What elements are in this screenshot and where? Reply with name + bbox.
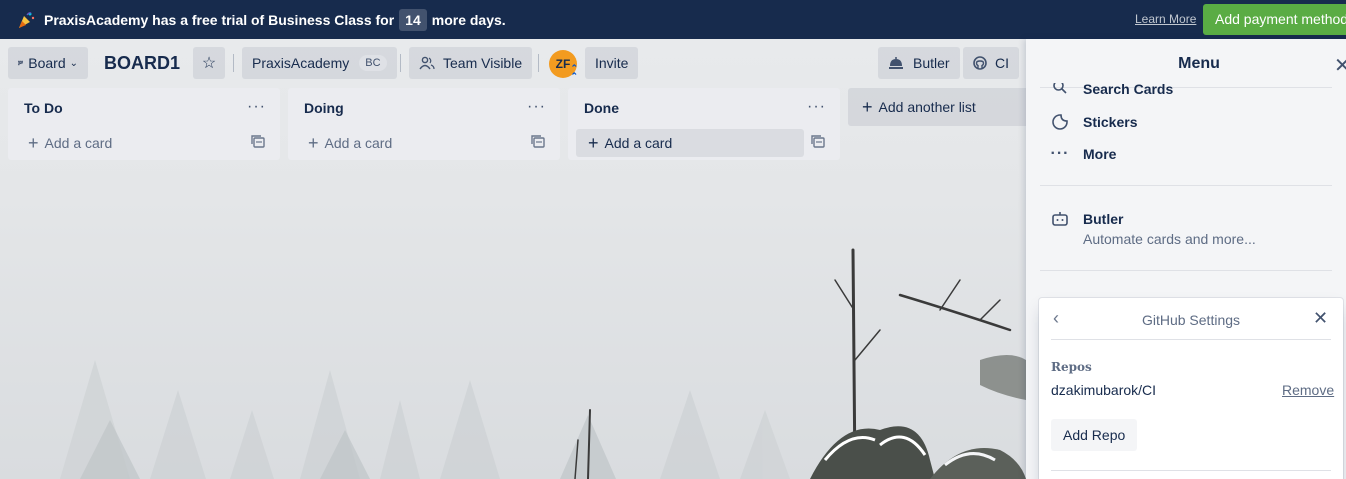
add-another-list-button[interactable]: + Add another list: [848, 88, 1048, 126]
board-view-icon: [18, 60, 24, 66]
add-card-button[interactable]: + Add a card: [576, 129, 804, 157]
remove-repo-link[interactable]: Remove: [1282, 382, 1334, 398]
learn-more-link[interactable]: Learn More: [1135, 12, 1196, 26]
plus-icon: +: [862, 96, 873, 117]
add-list-label: Add another list: [878, 99, 976, 115]
visibility-label: Team Visible: [443, 55, 523, 71]
header-divider: [538, 54, 539, 72]
list-menu-icon[interactable]: ···: [247, 98, 266, 116]
star-icon: ☆: [201, 55, 217, 72]
add-payment-method-button[interactable]: Add payment method: [1203, 4, 1346, 35]
board-switcher-label: Board: [28, 55, 66, 71]
butler-subtitle: Automate cards and more...: [1083, 231, 1256, 247]
team-button[interactable]: PraxisAcademy BC: [242, 47, 397, 79]
invite-button[interactable]: Invite: [585, 47, 639, 79]
plus-icon: +: [308, 133, 319, 153]
chevron-down-icon: ⌄: [69, 57, 78, 69]
team-plan-badge: BC: [359, 55, 387, 71]
popover-divider: [1051, 470, 1331, 471]
star-board-button[interactable]: ☆: [193, 47, 225, 79]
add-card-button[interactable]: + Add a card: [16, 129, 244, 157]
team-name: PraxisAcademy: [252, 55, 350, 71]
list-title[interactable]: Doing: [304, 100, 344, 116]
menu-item-label: More: [1083, 146, 1117, 162]
menu-item-stickers[interactable]: Stickers: [1050, 112, 1137, 132]
repos-heading: Repos: [1051, 360, 1092, 374]
popover-divider: [1051, 339, 1331, 340]
plus-icon: +: [28, 133, 39, 153]
trial-message-prefix: PraxisAcademy has a free trial of Busine…: [44, 11, 395, 28]
trial-banner: PraxisAcademy has a free trial of Busine…: [0, 0, 1346, 39]
github-settings-popover: ‹ GitHub Settings ✕ Repos dzakimubarok/C…: [1039, 298, 1343, 479]
header-divider: [400, 54, 401, 72]
sticker-icon: [1050, 112, 1070, 132]
visibility-button[interactable]: Team Visible: [409, 47, 533, 79]
add-card-label: Add a card: [604, 135, 673, 151]
card-template-icon[interactable]: [810, 134, 826, 150]
member-avatar[interactable]: ZF ⌃ ⌃: [549, 50, 578, 81]
list-doing: Doing ··· + Add a card: [288, 88, 560, 160]
header-divider: [233, 54, 234, 72]
github-ci-label: CI: [995, 55, 1009, 71]
close-menu-icon[interactable]: ✕: [1334, 53, 1346, 78]
search-icon: [1050, 83, 1070, 97]
trial-message-suffix: more days.: [431, 11, 506, 28]
popover-title: GitHub Settings: [1141, 312, 1241, 328]
menu-item-search-cards[interactable]: Search Cards: [1050, 83, 1173, 97]
repo-name: dzakimubarok/CI: [1051, 382, 1157, 398]
butler-label: Butler: [913, 55, 950, 71]
list-title[interactable]: Done: [584, 100, 619, 116]
butler-bot-icon: [1050, 209, 1070, 229]
menu-divider: [1040, 270, 1332, 271]
avatar-initials: ZF: [555, 57, 571, 71]
close-icon[interactable]: ✕: [1313, 308, 1328, 329]
list-menu-icon[interactable]: ···: [527, 98, 546, 116]
list-done: Done ··· + Add a card: [568, 88, 840, 160]
trial-days-badge: 14: [399, 8, 427, 31]
board-switcher-button[interactable]: Board ⌄: [8, 47, 88, 79]
trial-message: PraxisAcademy has a free trial of Busine…: [44, 8, 506, 31]
menu-title: Menu: [1178, 55, 1220, 72]
menu-item-butler[interactable]: Butler: [1050, 209, 1123, 229]
add-card-label: Add a card: [44, 135, 113, 151]
add-card-button[interactable]: + Add a card: [296, 129, 524, 157]
github-icon: [973, 56, 987, 70]
menu-item-label: Butler: [1083, 211, 1124, 227]
card-template-icon[interactable]: [250, 134, 266, 150]
add-repo-button[interactable]: Add Repo: [1051, 419, 1138, 451]
menu-item-more[interactable]: ··· More: [1050, 144, 1117, 164]
card-template-icon[interactable]: [530, 134, 546, 150]
add-card-label: Add a card: [324, 135, 393, 151]
party-popper-icon: [19, 11, 35, 28]
menu-divider: [1040, 185, 1332, 186]
list-to-do: To Do ··· + Add a card: [8, 88, 280, 160]
butler-button[interactable]: Butler: [878, 47, 960, 79]
github-ci-button[interactable]: CI: [963, 47, 1019, 79]
list-menu-icon[interactable]: ···: [807, 98, 826, 116]
team-visible-icon: [419, 56, 435, 70]
admin-chevron-icon: ⌃ ⌃: [570, 63, 578, 81]
board-title[interactable]: BOARD1: [104, 53, 180, 74]
butler-icon: [889, 57, 903, 69]
board-background-image: [60, 248, 1026, 479]
menu-item-label: Search Cards: [1083, 83, 1174, 97]
menu-item-label: Stickers: [1083, 114, 1138, 130]
list-title[interactable]: To Do: [24, 100, 63, 116]
more-icon: ···: [1050, 145, 1070, 162]
plus-icon: +: [588, 133, 599, 153]
